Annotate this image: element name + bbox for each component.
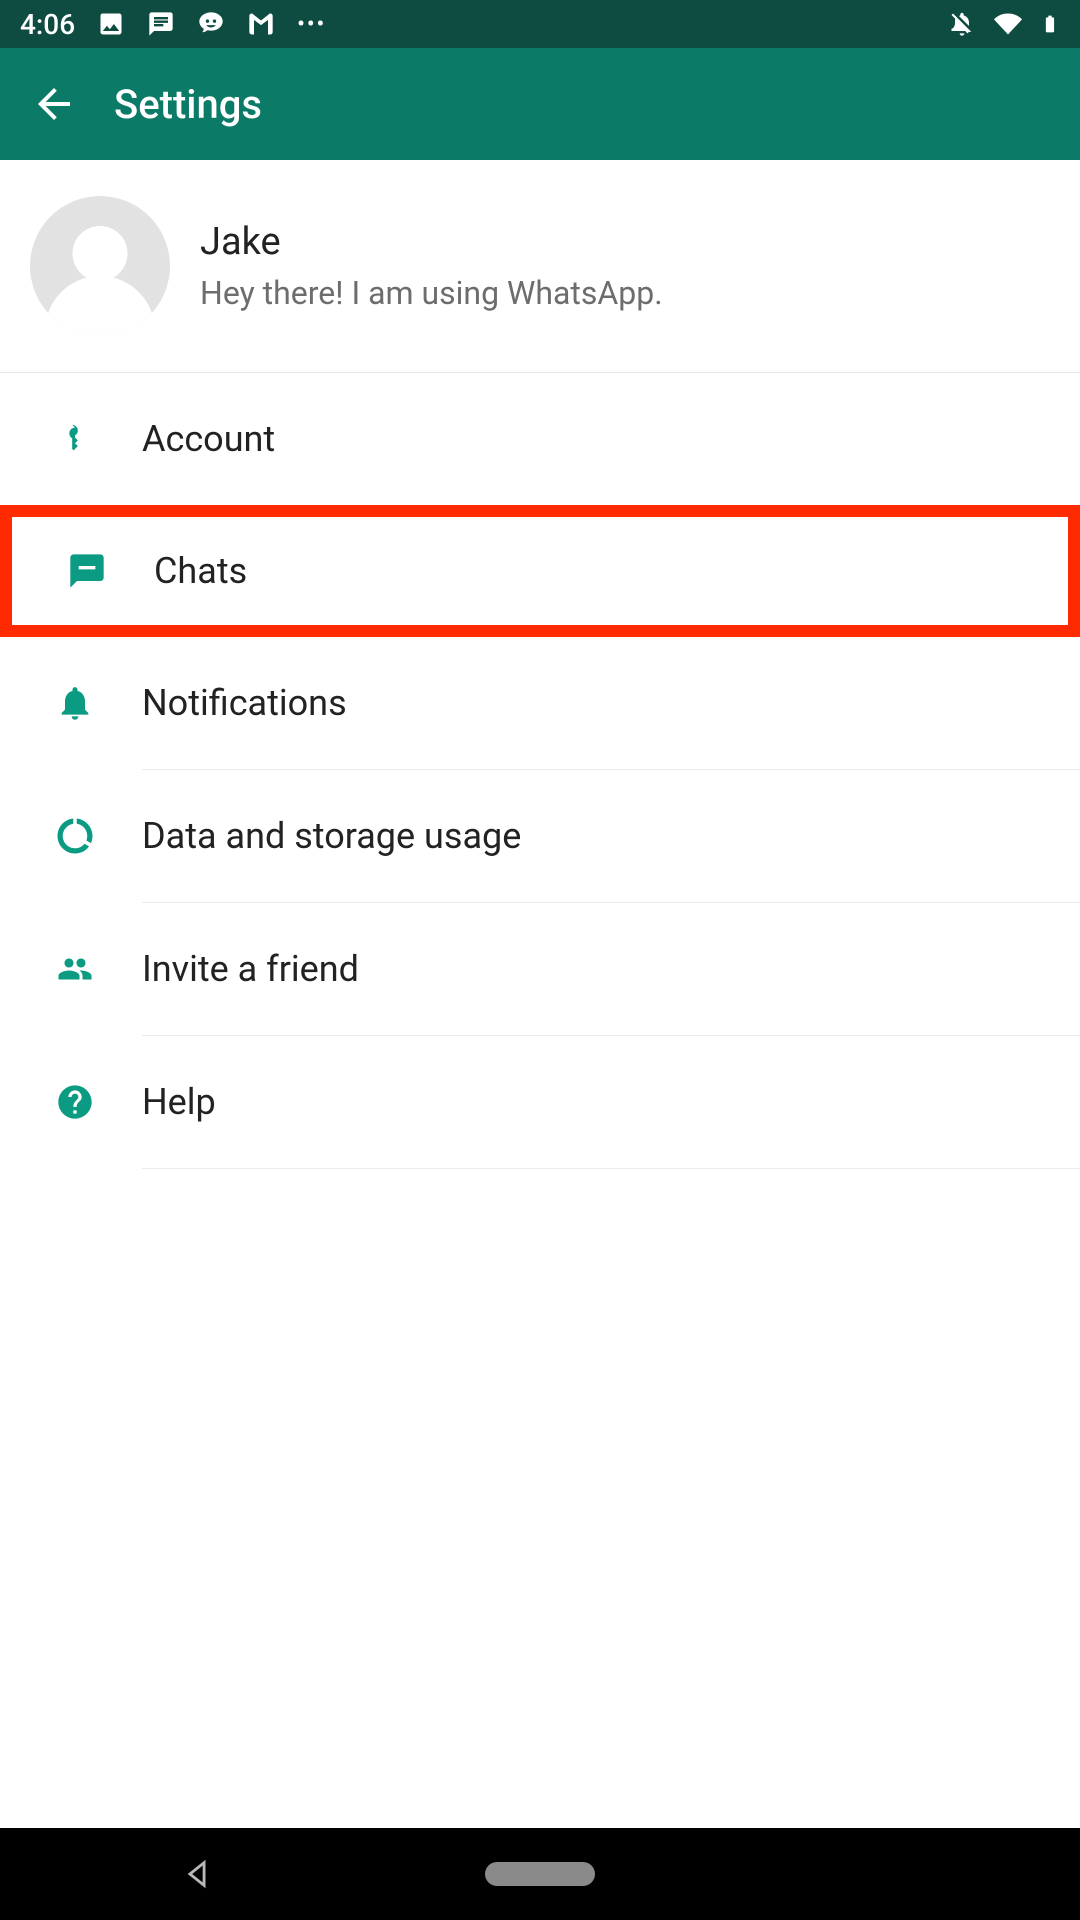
image-icon [97,10,125,38]
data-usage-icon [48,815,102,857]
menu-item-label: Help [142,1081,216,1123]
menu-item-chats[interactable]: Chats [0,505,1080,637]
android-status-bar: 4:06 ••• [0,0,1080,48]
menu-item-data[interactable]: Data and storage usage [0,770,1080,902]
message-icon [147,10,175,38]
menu-item-account[interactable]: Account [0,373,1080,505]
android-nav-bar [0,1828,1080,1920]
nav-home-pill[interactable] [485,1862,595,1886]
profile-status: Hey there! I am using WhatsApp. [200,274,663,312]
help-icon [48,1082,102,1122]
menu-item-label: Account [142,418,275,460]
chat-icon [60,551,114,591]
settings-menu: Account Chats Notifications Data and sto… [0,373,1080,1169]
profile-row[interactable]: Jake Hey there! I am using WhatsApp. [0,160,1080,373]
bell-icon [48,681,102,725]
notifications-off-icon [948,10,976,38]
overflow-dots-icon: ••• [297,12,326,37]
avatar [30,196,170,336]
menu-item-label: Chats [154,550,247,592]
app-bar: Settings [0,48,1080,160]
gmail-icon [247,10,275,38]
people-icon [48,951,102,987]
reddit-icon [197,10,225,38]
status-time: 4:06 [20,8,75,41]
menu-item-label: Notifications [142,682,347,724]
menu-item-help[interactable]: Help [0,1036,1080,1168]
wifi-icon [994,10,1022,38]
key-icon [48,417,102,461]
menu-item-notifications[interactable]: Notifications [0,637,1080,769]
page-title: Settings [114,81,262,128]
back-arrow-icon[interactable] [30,80,78,128]
profile-name: Jake [200,220,663,264]
battery-icon [1040,10,1060,38]
nav-back-icon[interactable] [180,1857,214,1891]
menu-item-invite[interactable]: Invite a friend [0,903,1080,1035]
divider [142,1168,1080,1169]
menu-item-label: Invite a friend [142,948,359,990]
menu-item-label: Data and storage usage [142,815,521,857]
